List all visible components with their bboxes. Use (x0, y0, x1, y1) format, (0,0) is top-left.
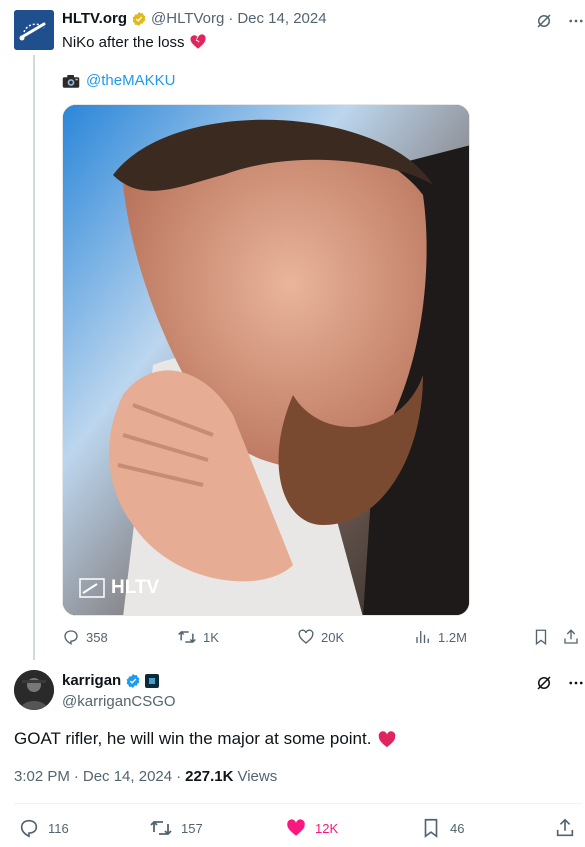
views-icon (416, 631, 429, 643)
repost-button[interactable]: 157 (149, 817, 203, 839)
share-button[interactable] (562, 628, 580, 646)
photo-credit-link[interactable]: @theMAKKU (86, 72, 175, 89)
parent-text: NiKo after the loss (62, 33, 207, 51)
reply-header: karrigan (62, 672, 160, 689)
like-button[interactable]: 12K (285, 817, 338, 839)
watermark-text: HLTV (111, 577, 160, 598)
views-count: 1.2M (438, 629, 467, 645)
author-name[interactable]: HLTV.org (62, 10, 127, 27)
reply-meta: 3:02 PM · Dec 14, 2024 · 227.1K Views (14, 768, 277, 785)
parent-header: HLTV.org @HLTVorg · Dec 14, 2024 (62, 10, 327, 27)
separator: · (228, 10, 234, 27)
reply-author-handle[interactable]: @karriganCSGO (62, 693, 176, 710)
share-icon (564, 629, 578, 644)
hltv-avatar[interactable] (14, 10, 54, 50)
share-icon (556, 818, 574, 837)
author-handle[interactable]: @HLTVorg (151, 10, 224, 27)
reply-text: GOAT rifler, he will win the major at so… (14, 729, 372, 748)
tweet-body: NiKo after the loss (62, 33, 185, 51)
repost-count: 157 (181, 820, 203, 836)
like-icon (287, 819, 305, 836)
affiliate-badge-icon[interactable] (145, 673, 160, 688)
repost-count: 1K (203, 629, 219, 645)
share-button[interactable] (554, 817, 576, 839)
bookmark-button[interactable]: 46 (420, 817, 464, 839)
reply-actions: 116 157 12K 46 (14, 817, 584, 839)
like-icon (298, 629, 314, 644)
post-date[interactable]: Dec 14, 2024 (83, 768, 172, 785)
reply-count: 358 (86, 629, 108, 645)
views-count: 227.1K (185, 768, 234, 785)
verified-badge-icon (126, 673, 140, 688)
like-button[interactable]: 20K (297, 628, 344, 646)
more-icon[interactable] (567, 674, 585, 692)
bookmark-icon (424, 818, 438, 838)
photo-credit: @theMAKKU (62, 72, 175, 89)
reply-author-name[interactable]: karrigan (62, 672, 121, 689)
repost-icon (178, 630, 196, 644)
thread-line (33, 55, 35, 660)
more-icon[interactable] (567, 12, 585, 30)
bookmark-icon (535, 629, 547, 646)
bookmark-count: 46 (450, 820, 465, 836)
repost-icon (150, 820, 172, 836)
reply-button[interactable]: 358 (62, 628, 108, 646)
reply-body: GOAT rifler, he will win the major at so… (14, 729, 397, 749)
photo-watermark: HLTV (79, 577, 159, 599)
hltv-watermark-icon (79, 578, 105, 598)
like-count: 20K (321, 629, 345, 645)
like-count: 12K (315, 820, 339, 836)
reply-icon (20, 819, 38, 838)
reply-icon (64, 630, 78, 645)
karrigan-avatar[interactable] (14, 670, 54, 710)
reply-count: 116 (48, 820, 69, 836)
bookmark-button[interactable] (532, 628, 550, 646)
views-label: Views (237, 768, 278, 785)
reply-top-actions (535, 674, 585, 692)
player-photo (63, 105, 469, 615)
grok-icon[interactable] (535, 12, 553, 30)
avatar-image (14, 670, 54, 710)
tweet-photo[interactable]: HLTV (62, 104, 470, 616)
grok-icon[interactable] (535, 674, 553, 692)
separator: · (176, 768, 182, 785)
verified-badge-icon (132, 11, 146, 26)
post-date[interactable]: Dec 14, 2024 (237, 10, 326, 27)
divider (14, 803, 582, 804)
hltv-logo-icon (14, 10, 54, 50)
camera-icon (62, 74, 80, 88)
parent-top-actions (535, 12, 585, 30)
separator: · (73, 768, 79, 785)
repost-button[interactable]: 1K (177, 628, 219, 646)
red-heart-icon (379, 731, 396, 748)
parent-actions: 358 1K 20K 1.2M (62, 628, 582, 648)
reply-button[interactable]: 116 (18, 817, 69, 839)
broken-heart-icon (190, 34, 206, 49)
post-time[interactable]: 3:02 PM (14, 768, 70, 785)
views-button[interactable]: 1.2M (414, 628, 467, 646)
